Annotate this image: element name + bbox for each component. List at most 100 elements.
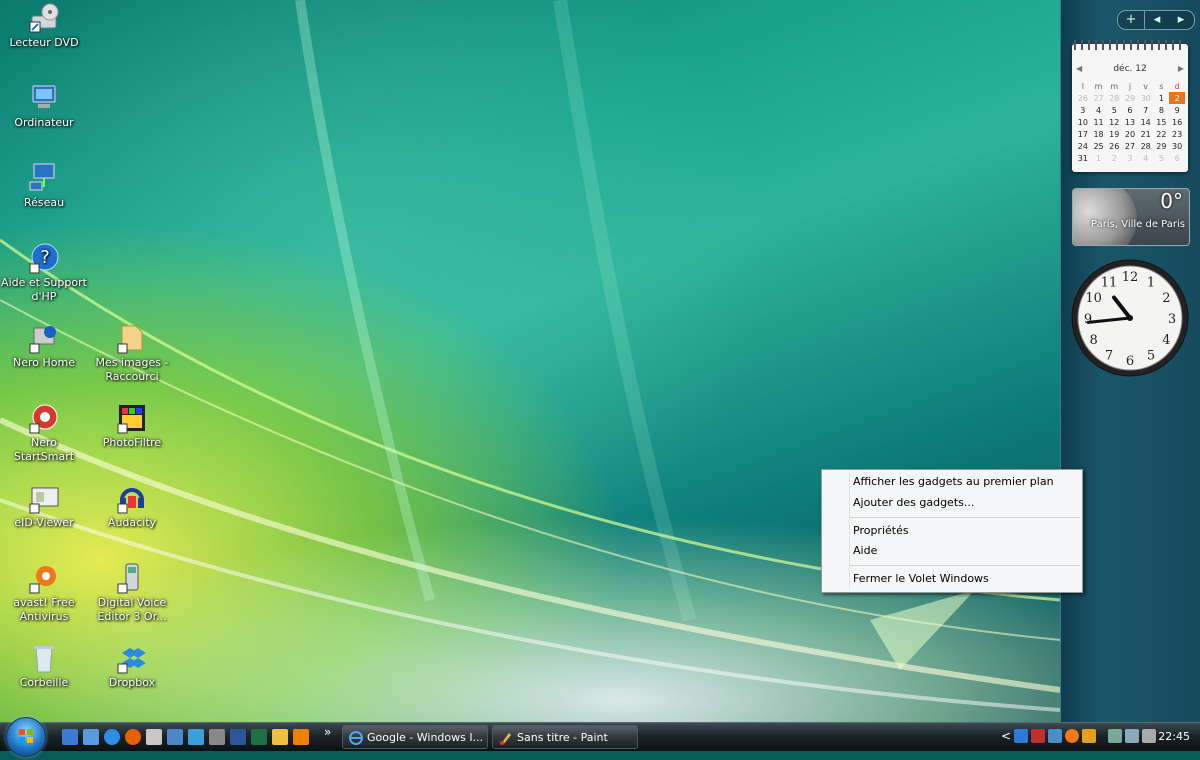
calendar-day[interactable]: 10 — [1075, 116, 1091, 128]
calendar-day[interactable]: 27 — [1122, 140, 1138, 152]
clock-gadget[interactable]: 12 12 3 45678 9 1011 — [1070, 258, 1190, 378]
desktop[interactable]: Lecteur DVD Ordinateur Réseau ? Aide et … — [0, 0, 1060, 722]
calendar-day[interactable]: 29 — [1154, 140, 1170, 152]
tray-expand-button[interactable]: < — [1001, 729, 1011, 743]
word-icon[interactable] — [230, 729, 246, 745]
desktop-icon-dropbox[interactable]: Dropbox — [88, 642, 176, 690]
calendar-day[interactable]: 17 — [1075, 128, 1091, 140]
desktop-icon-dvd[interactable]: Lecteur DVD — [0, 2, 88, 50]
dropbox-tray-icon[interactable] — [1082, 729, 1096, 743]
calendar-day[interactable]: 18 — [1091, 128, 1107, 140]
calendar-day[interactable]: 9 — [1169, 104, 1185, 116]
desktop-icon-computer[interactable]: Ordinateur — [0, 82, 88, 130]
calendar-day[interactable]: 7 — [1138, 104, 1154, 116]
desktop-icon-nero-home[interactable]: Nero Home — [0, 322, 88, 370]
calendar-day[interactable]: 3 — [1122, 152, 1138, 164]
firefox-icon[interactable] — [125, 729, 141, 745]
show-desktop-icon[interactable] — [62, 729, 78, 745]
calendar-day[interactable]: 13 — [1122, 116, 1138, 128]
calendar-next-month-button[interactable]: ▶ — [1178, 64, 1184, 73]
calendar-day[interactable]: 2 — [1106, 152, 1122, 164]
calendar-day[interactable]: 4 — [1091, 104, 1107, 116]
desktop-icon-label: Corbeille — [19, 676, 69, 689]
calendar-gadget[interactable]: ◀ déc. 12 ▶ l m m j v s d 26 27 28 29 30… — [1072, 40, 1188, 172]
calendar-day[interactable]: 4 — [1138, 152, 1154, 164]
calendar-day[interactable]: 28 — [1106, 92, 1122, 104]
desktop-icon-photofiltre[interactable]: PhotoFiltre — [88, 402, 176, 450]
connection-tray-icon[interactable] — [1125, 729, 1139, 743]
media-player-icon[interactable] — [293, 729, 309, 745]
calculator-icon[interactable] — [146, 729, 162, 745]
calendar-day[interactable]: 8 — [1154, 104, 1170, 116]
calendar-day[interactable]: 6 — [1169, 152, 1185, 164]
tool-icon[interactable] — [209, 729, 225, 745]
start-button[interactable] — [6, 717, 46, 757]
calendar-day[interactable]: 12 — [1106, 116, 1122, 128]
switch-windows-icon[interactable] — [83, 729, 99, 745]
calendar-day[interactable]: 15 — [1154, 116, 1170, 128]
calendar-day[interactable]: 16 — [1169, 116, 1185, 128]
calendar-day[interactable]: 1 — [1154, 92, 1170, 104]
calendar-day[interactable]: 20 — [1122, 128, 1138, 140]
calendar-day[interactable]: 3 — [1075, 104, 1091, 116]
menu-item-add-gadgets[interactable]: Ajouter des gadgets... — [853, 493, 974, 513]
power-tray-icon[interactable] — [1108, 729, 1122, 743]
computer-quicklaunch-icon[interactable] — [167, 729, 183, 745]
desktop-icon-hp-help[interactable]: ? Aide et Support d'HP — [0, 242, 88, 304]
calendar-day[interactable]: 27 — [1091, 92, 1107, 104]
desktop-icon-eid-viewer[interactable]: eID-Viewer — [0, 482, 88, 530]
menu-item-close-sidebar[interactable]: Fermer le Volet Windows — [853, 569, 989, 589]
excel-icon[interactable] — [251, 729, 267, 745]
desktop-icon-label: avast! Free Antivirus — [13, 596, 75, 623]
desktop-icon-digital-voice-editor[interactable]: Digital Voice Editor 3 Or... — [88, 562, 176, 624]
calendar-day[interactable]: 21 — [1138, 128, 1154, 140]
desktop-icon-my-pictures[interactable]: Mes images - Raccourci — [88, 322, 176, 384]
calendar-day[interactable]: 31 — [1075, 152, 1091, 164]
calendar-day[interactable]: 26 — [1075, 92, 1091, 104]
calendar-day[interactable]: 11 — [1091, 116, 1107, 128]
car-tray-icon[interactable] — [1031, 729, 1045, 743]
network-tray-icon[interactable] — [1048, 729, 1062, 743]
calendar-grid: l m m j v s d 26 27 28 29 30 1 2 3 4 5 6… — [1075, 80, 1185, 164]
calendar-day[interactable]: 19 — [1106, 128, 1122, 140]
menu-item-show-gadgets-on-top[interactable]: Afficher les gadgets au premier plan — [853, 472, 1054, 492]
calendar-day[interactable]: 25 — [1091, 140, 1107, 152]
avast-tray-icon[interactable] — [1065, 729, 1079, 743]
calendar-day[interactable]: 22 — [1154, 128, 1170, 140]
calendar-day[interactable]: 28 — [1138, 140, 1154, 152]
internet-explorer-icon — [349, 731, 363, 745]
desktop-icon-avast[interactable]: avast! Free Antivirus — [0, 562, 88, 624]
desktop-icon-network[interactable]: Réseau — [0, 162, 88, 210]
menu-item-properties[interactable]: Propriétés — [853, 521, 909, 541]
menu-item-help[interactable]: Aide — [853, 541, 877, 561]
calendar-day[interactable]: 24 — [1075, 140, 1091, 152]
calendar-day[interactable]: 26 — [1106, 140, 1122, 152]
calendar-day[interactable]: 23 — [1169, 128, 1185, 140]
previous-gadget-page-button[interactable]: ◂ — [1145, 11, 1169, 29]
desktop-icon-nero-startsmart[interactable]: Nero StartSmart — [0, 402, 88, 464]
desktop-icon-recycle-bin[interactable]: Corbeille — [0, 642, 88, 690]
calendar-day[interactable]: 6 — [1122, 104, 1138, 116]
taskbar-button-paint[interactable]: Sans titre - Paint — [492, 725, 638, 749]
network-quicklaunch-icon[interactable] — [188, 729, 204, 745]
calendar-day[interactable]: 30 — [1138, 92, 1154, 104]
nero-home-icon — [29, 326, 56, 354]
internet-explorer-icon[interactable] — [104, 729, 120, 745]
calendar-day[interactable]: 29 — [1122, 92, 1138, 104]
calendar-day-today[interactable]: 2 — [1169, 92, 1185, 104]
calendar-day[interactable]: 5 — [1154, 152, 1170, 164]
desktop-icon-audacity[interactable]: Audacity — [88, 482, 176, 530]
weather-gadget[interactable]: 0° Paris, Ville de Paris — [1072, 188, 1190, 246]
next-gadget-page-button[interactable]: ▸ — [1169, 11, 1193, 29]
add-gadget-button[interactable]: + — [1118, 11, 1145, 29]
paint-quicklaunch-icon[interactable] — [272, 729, 288, 745]
quicklaunch-more-button[interactable]: » — [324, 725, 331, 739]
calendar-day[interactable]: 5 — [1106, 104, 1122, 116]
calendar-day[interactable]: 1 — [1091, 152, 1107, 164]
tray-clock[interactable]: 22:45 — [1158, 723, 1190, 751]
calendar-day[interactable]: 14 — [1138, 116, 1154, 128]
volume-tray-icon[interactable] — [1142, 729, 1156, 743]
bluetooth-tray-icon[interactable] — [1014, 729, 1028, 743]
calendar-day[interactable]: 30 — [1169, 140, 1185, 152]
taskbar-button-internet-explorer[interactable]: Google - Windows I... — [342, 725, 488, 749]
